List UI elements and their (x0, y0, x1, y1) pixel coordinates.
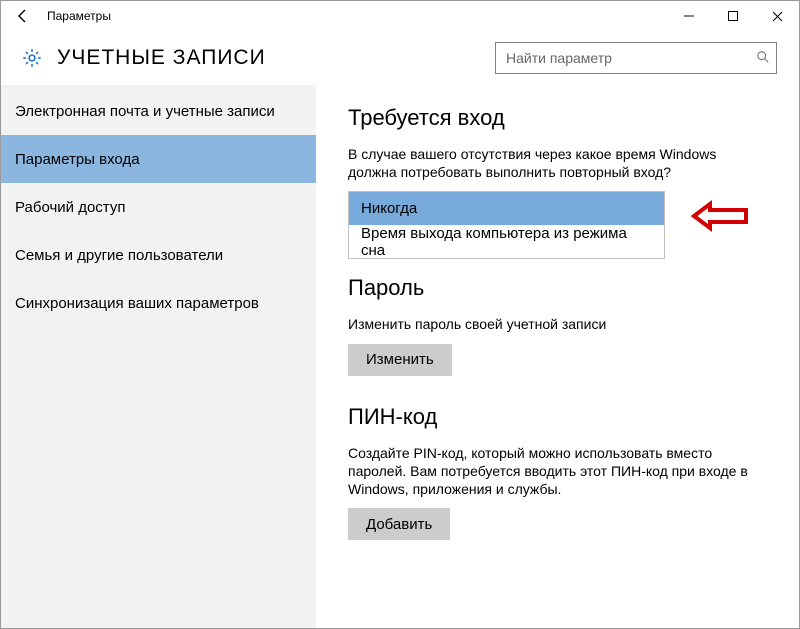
section-title-password: Пароль (348, 275, 781, 301)
search-icon (756, 50, 770, 67)
annotation-arrow-icon (690, 200, 752, 235)
require-signin-desc: В случае вашего отсутствия через какое в… (348, 145, 748, 181)
sidebar-item-label: Семья и другие пользователи (15, 247, 223, 264)
sidebar-item-label: Рабочий доступ (15, 199, 125, 216)
section-title-pin: ПИН-код (348, 404, 781, 430)
search-box[interactable] (495, 42, 777, 74)
sidebar-item-signin-options[interactable]: Параметры входа (1, 135, 316, 183)
close-button[interactable] (755, 1, 799, 31)
sidebar: Электронная почта и учетные записи Парам… (1, 85, 316, 628)
gear-icon (21, 47, 43, 69)
require-signin-dropdown[interactable]: Никогда Время выхода компьютера из режим… (348, 191, 665, 259)
back-button[interactable] (7, 1, 39, 31)
pin-desc: Создайте PIN-код, который можно использо… (348, 444, 768, 499)
sidebar-item-email-accounts[interactable]: Электронная почта и учетные записи (1, 87, 316, 135)
password-desc: Изменить пароль своей учетной записи (348, 315, 748, 333)
minimize-button[interactable] (667, 1, 711, 31)
dropdown-option-never[interactable]: Никогда (349, 192, 664, 225)
dropdown-option-on-wake[interactable]: Время выхода компьютера из режима сна (349, 225, 664, 258)
maximize-button[interactable] (711, 1, 755, 31)
dropdown-option-label: Время выхода компьютера из режима сна (361, 225, 652, 259)
sidebar-item-sync-settings[interactable]: Синхронизация ваших параметров (1, 279, 316, 327)
window-title: Параметры (47, 9, 111, 23)
page-header: УЧЕТНЫЕ ЗАПИСИ (1, 31, 799, 85)
window-titlebar: Параметры (1, 1, 799, 31)
section-title-require-signin: Требуется вход (348, 105, 781, 131)
sidebar-item-label: Параметры входа (15, 151, 140, 168)
sidebar-item-family-users[interactable]: Семья и другие пользователи (1, 231, 316, 279)
search-input[interactable] (504, 49, 756, 67)
dropdown-option-label: Никогда (361, 200, 417, 217)
sidebar-item-label: Синхронизация ваших параметров (15, 295, 259, 312)
sidebar-item-work-access[interactable]: Рабочий доступ (1, 183, 316, 231)
sidebar-item-label: Электронная почта и учетные записи (15, 103, 275, 120)
change-password-button[interactable]: Изменить (348, 344, 452, 376)
content-pane: Требуется вход В случае вашего отсутстви… (316, 85, 799, 628)
page-title: УЧЕТНЫЕ ЗАПИСИ (57, 46, 495, 70)
add-pin-button[interactable]: Добавить (348, 508, 450, 540)
